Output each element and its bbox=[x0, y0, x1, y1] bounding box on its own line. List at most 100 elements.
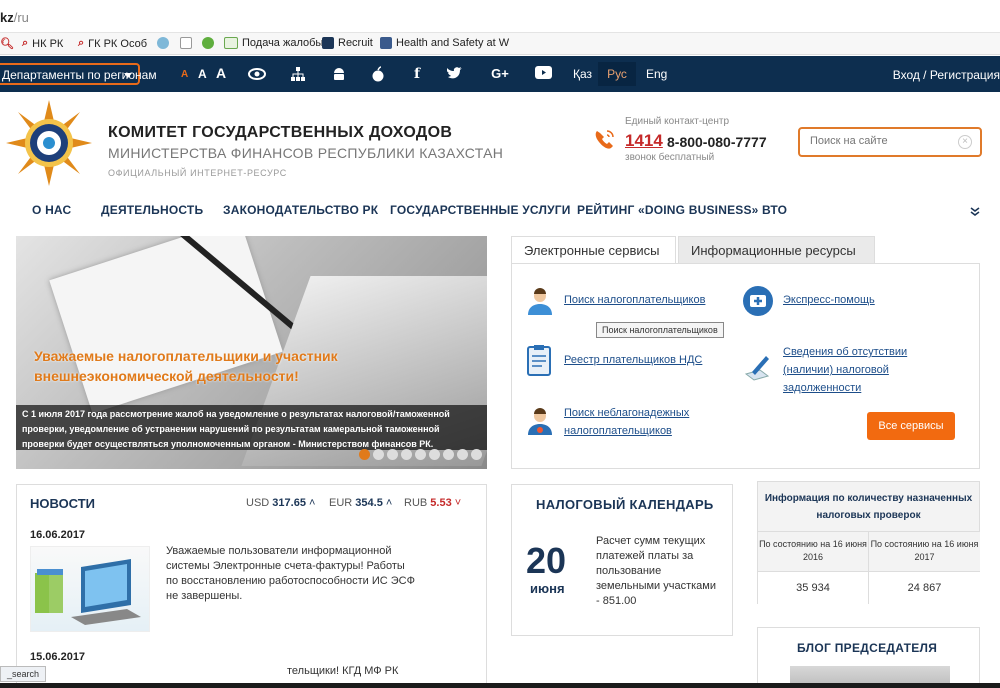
lang-kz[interactable]: Қаз bbox=[573, 67, 592, 81]
twitter-icon[interactable] bbox=[446, 66, 463, 82]
user-search-icon bbox=[524, 285, 554, 315]
slider-dot[interactable] bbox=[457, 449, 468, 460]
bookmark-leaf[interactable] bbox=[202, 37, 214, 49]
tooltip: Поиск налогоплательщиков bbox=[596, 322, 724, 338]
bookmark-label: Подача жалобы bbox=[242, 37, 324, 49]
nav-doing-business[interactable]: РЕЙТИНГ «DOING BUSINESS» bbox=[577, 203, 759, 217]
bookmark-complaint[interactable]: Подача жалобы bbox=[224, 37, 323, 49]
svc-vat-registry[interactable]: Реестр плательщиков НДС bbox=[564, 351, 702, 369]
calendar-event-text: Расчет сумм текущих платежей платы за по… bbox=[596, 535, 717, 607]
nav-about[interactable]: О НАС bbox=[32, 203, 71, 217]
slider-dot[interactable] bbox=[429, 449, 440, 460]
eye-icon[interactable] bbox=[248, 66, 266, 82]
youtube-icon[interactable] bbox=[535, 66, 552, 82]
inspections-value: 35 934 bbox=[758, 571, 869, 604]
url-text[interactable]: kz/ru bbox=[0, 10, 29, 25]
bookmark-page[interactable] bbox=[180, 37, 192, 49]
nav-public-services[interactable]: ГОСУДАРСТВЕННЫЕ УСЛУГИ bbox=[390, 203, 571, 217]
svc-taxpayer-search[interactable]: Поиск налогоплательщиков bbox=[564, 291, 705, 309]
news-title[interactable]: НОВОСТИ bbox=[30, 496, 95, 511]
slider-dot[interactable] bbox=[415, 449, 426, 460]
slider-dot[interactable] bbox=[401, 449, 412, 460]
login-link[interactable]: Вход / Регистрация bbox=[893, 68, 1000, 82]
sitemap-icon[interactable] bbox=[290, 66, 306, 82]
slider-dot[interactable] bbox=[443, 449, 454, 460]
clear-search-icon[interactable]: × bbox=[958, 135, 972, 149]
regions-dropdown-label: Департаменты по регионам bbox=[2, 68, 157, 82]
chevron-down-icon bbox=[124, 73, 132, 78]
user-alert-icon bbox=[524, 405, 554, 435]
bookmark-nk[interactable]: ⌕ НК РК bbox=[22, 37, 63, 50]
slider-dot[interactable] bbox=[471, 449, 482, 460]
nav-activity[interactable]: ДЕЯТЕЛЬНОСТЬ bbox=[101, 203, 203, 217]
globe-icon bbox=[157, 37, 169, 49]
bookmark-item[interactable]: 🔍︎ bbox=[0, 37, 14, 50]
currency-value: 317.65 bbox=[272, 497, 306, 509]
top-bar: Департаменты по регионам A A A f G+ Қаз … bbox=[0, 56, 1000, 92]
slider-dot[interactable] bbox=[387, 449, 398, 460]
all-services-button[interactable]: Все сервисы bbox=[867, 412, 955, 440]
blog-title[interactable]: БЛОГ ПРЕДСЕДАТЕЛЯ bbox=[797, 641, 937, 655]
slider-dot[interactable] bbox=[359, 449, 370, 460]
news-slider[interactable]: Уважаемые налогоплательщики и участник в… bbox=[16, 236, 487, 469]
url-domain: kz bbox=[0, 10, 14, 25]
tab-info-resources[interactable]: Информационные ресурсы bbox=[678, 236, 875, 264]
lang-en[interactable]: Eng bbox=[646, 67, 667, 81]
currency-code: RUB bbox=[404, 497, 428, 509]
org-note: ОФИЦИАЛЬНЫЙ ИНТЕРНЕТ-РЕСУРС bbox=[108, 168, 287, 178]
pen-document-icon bbox=[742, 352, 772, 382]
svc-unreliable-taxpayers[interactable]: Поиск неблагонадежных налогоплательщиков bbox=[564, 404, 714, 440]
org-title: КОМИТЕТ ГОСУДАРСТВЕННЫХ ДОХОДОВ bbox=[108, 124, 453, 141]
lang-ru[interactable]: Рус bbox=[598, 62, 636, 86]
first-aid-icon bbox=[742, 285, 773, 316]
bookmark-globe[interactable] bbox=[157, 37, 169, 49]
taskbar bbox=[0, 683, 1000, 688]
inspections-col-header: По состоянию на 16 июня 2016 bbox=[758, 531, 869, 571]
bookmark-recruit[interactable]: Recruit bbox=[322, 37, 373, 49]
free-call-note: звонок бесплатный bbox=[625, 152, 715, 163]
tab-e-services[interactable]: Электронные сервисы bbox=[511, 236, 676, 264]
chevron-double-down-icon[interactable] bbox=[970, 206, 980, 220]
facebook-icon[interactable]: f bbox=[409, 66, 425, 82]
google-plus-icon[interactable]: G+ bbox=[488, 66, 512, 82]
bookmark-health[interactable]: Health and Safety at W bbox=[380, 37, 509, 49]
currency-rub: RUB 5.53 ˅ bbox=[404, 497, 461, 509]
org-subtitle: МИНИСТЕРСТВА ФИНАНСОВ РЕСПУБЛИКИ КАЗАХСТ… bbox=[108, 145, 504, 161]
android-icon[interactable] bbox=[331, 66, 347, 82]
svc-tax-debt-info[interactable]: Сведения об отсутствии (наличии) налогов… bbox=[783, 343, 933, 397]
inspections-title: Информация по количеству назначенных нал… bbox=[764, 493, 973, 521]
bookmarks-bar: 🔍︎ ⌕ НК РК ⌕ ГК РК Особ Подача жалобы Recr… bbox=[0, 33, 1000, 55]
calendar-month: июня bbox=[530, 581, 565, 596]
apple-icon[interactable] bbox=[370, 66, 386, 82]
font-size-medium[interactable]: A bbox=[198, 67, 207, 81]
nav-wto[interactable]: ВТО bbox=[762, 203, 787, 217]
news-text[interactable]: тельщики! КГД МФ РК bbox=[287, 665, 398, 677]
short-phone-link[interactable]: 1414 bbox=[625, 131, 663, 151]
news-date: 15.06.2017 bbox=[30, 651, 86, 663]
news-image[interactable] bbox=[30, 546, 150, 632]
url-path: /ru bbox=[13, 10, 29, 25]
inspections-value: 24 867 bbox=[869, 571, 980, 604]
bookmark-label: ГК РК Особ bbox=[88, 37, 147, 50]
page-icon bbox=[180, 37, 192, 49]
arrow-up-icon: ˄ bbox=[385, 497, 393, 509]
bookmark-label: Recruit bbox=[338, 37, 373, 49]
bookmark-label: НК РК bbox=[32, 37, 64, 50]
news-date: 16.06.2017 bbox=[30, 529, 86, 541]
currency-code: EUR bbox=[329, 497, 353, 509]
bookmark-gk[interactable]: ⌕ ГК РК Особ bbox=[78, 37, 147, 50]
slider-dot[interactable] bbox=[373, 449, 384, 460]
contact-center-label: Единый контакт-центр bbox=[625, 116, 730, 127]
regions-dropdown[interactable]: Департаменты по регионам bbox=[0, 63, 157, 85]
svc-express-help[interactable]: Экспресс-помощь bbox=[783, 291, 875, 309]
browser-address-bar[interactable]: kz/ru bbox=[0, 0, 1000, 33]
slide-caption: С 1 июля 2017 года рассмотрение жалоб на… bbox=[16, 405, 487, 450]
news-text[interactable]: Уважаемые пользователи информационной си… bbox=[166, 544, 416, 604]
font-size-small[interactable]: A bbox=[181, 69, 188, 80]
nav-legislation[interactable]: ЗАКОНОДАТЕЛЬСТВО РК bbox=[223, 203, 378, 217]
logo[interactable] bbox=[6, 100, 92, 186]
search-input[interactable] bbox=[810, 135, 950, 147]
bookmark-label: Health and Safety at W bbox=[396, 37, 510, 49]
font-size-large[interactable]: A bbox=[216, 65, 226, 81]
tax-calendar-title[interactable]: НАЛОГОВЫЙ КАЛЕНДАРЬ bbox=[536, 497, 714, 512]
